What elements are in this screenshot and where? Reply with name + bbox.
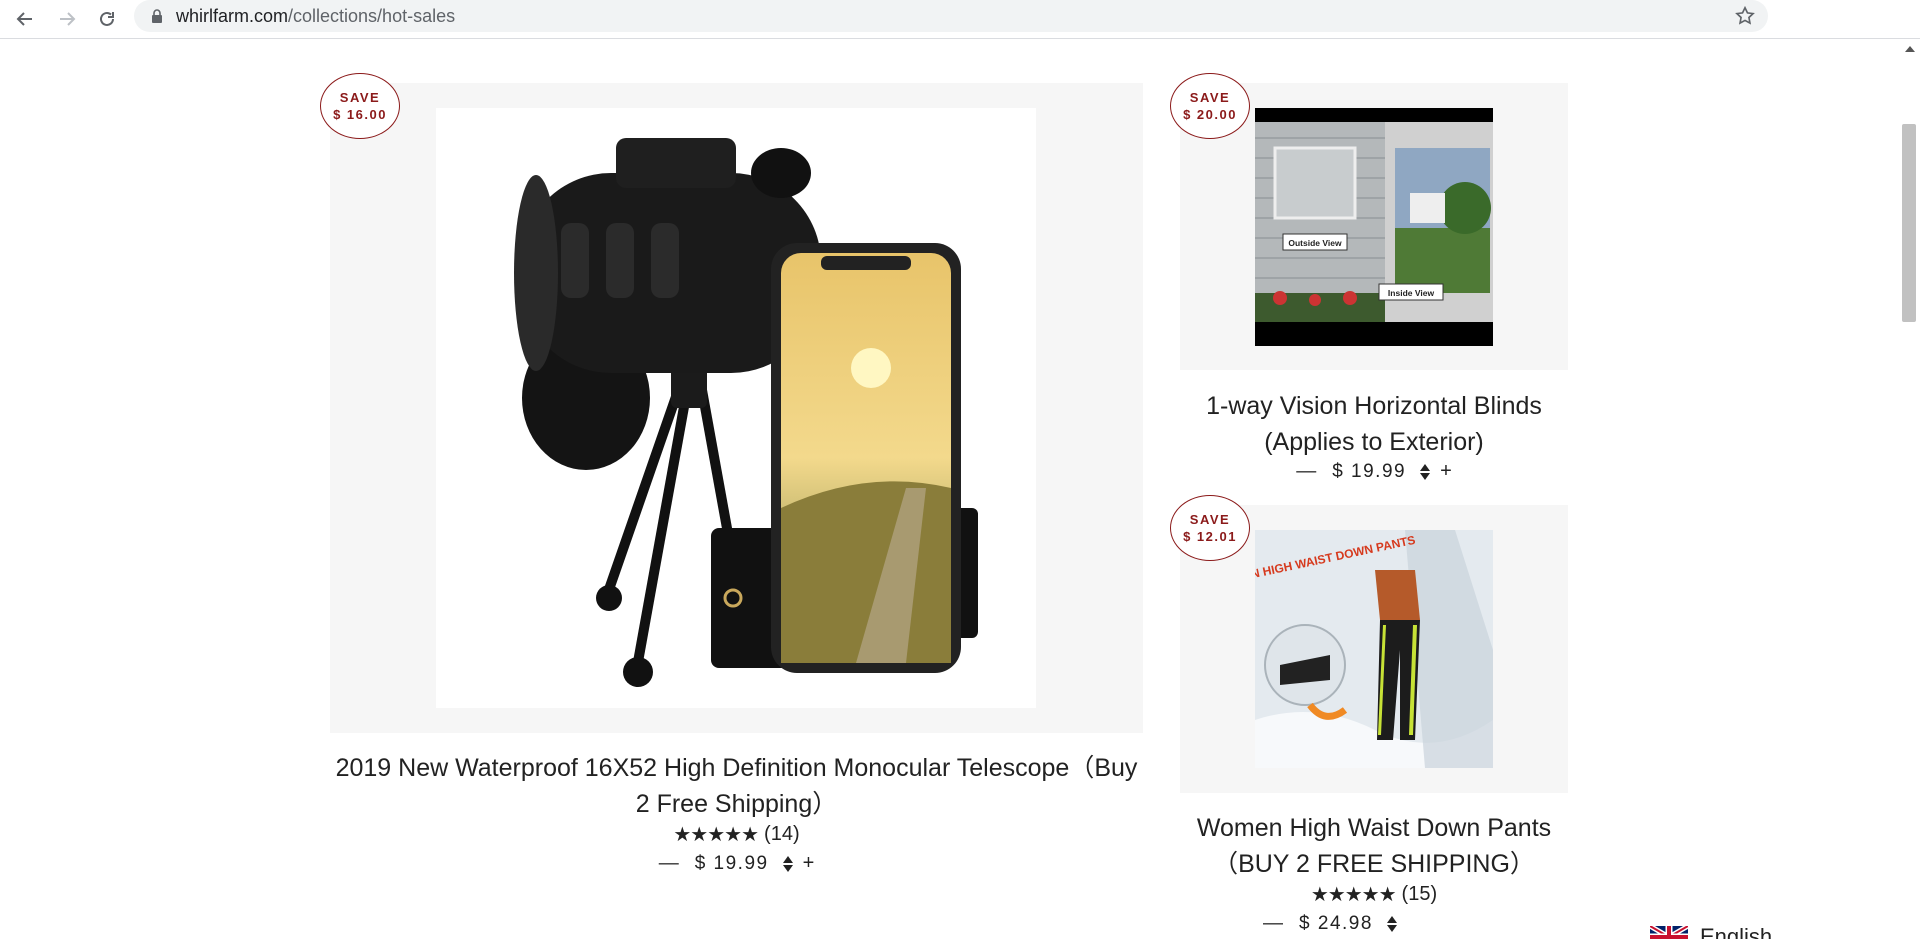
rating-stars-icon: ★★★★★ — [1310, 884, 1397, 906]
save-badge: SAVE $ 20.00 — [1170, 73, 1250, 139]
product-rating: ★★★★★ (15) — [1180, 882, 1568, 907]
arrow-left-icon — [16, 12, 32, 26]
language-selector[interactable]: English — [1650, 924, 1772, 939]
product-price: $ 24.98 — [1299, 912, 1373, 934]
quantity-price-row: — $ 19.99 + — [1180, 460, 1568, 483]
uk-flag-icon — [1650, 926, 1688, 939]
save-badge: SAVE $ 12.01 — [1170, 495, 1250, 561]
save-amount: $ 12.01 — [1183, 529, 1237, 544]
product-rating: ★★★★★ (14) — [330, 822, 1143, 847]
reload-button[interactable] — [92, 4, 122, 34]
decrease-quantity-button[interactable]: — — [1296, 460, 1316, 483]
scroll-thumb[interactable] — [1902, 124, 1916, 322]
bookmark-star-icon[interactable] — [1734, 5, 1756, 27]
outside-view-label: Outside View — [1288, 238, 1342, 248]
telescope-image[interactable] — [436, 108, 1036, 708]
save-amount: $ 20.00 — [1183, 107, 1237, 122]
product-title[interactable]: 2019 New Waterproof 16X52 High Definitio… — [330, 750, 1143, 822]
product-image-panel[interactable] — [330, 83, 1143, 733]
browser-toolbar: whirlfarm.com/collections/hot-sales — [0, 0, 1920, 39]
price-stepper-icon[interactable] — [1420, 463, 1431, 481]
increase-quantity-button[interactable]: + — [803, 852, 815, 875]
quantity-price-row: — $ 24.98 — [1180, 912, 1480, 935]
product-title[interactable]: 1-way Vision Horizontal Blinds (Applies … — [1190, 388, 1558, 460]
product-price: $ 19.99 — [694, 852, 769, 874]
reload-icon — [100, 11, 114, 26]
language-label: English — [1700, 924, 1773, 939]
review-count[interactable]: (15) — [1402, 883, 1438, 906]
decrease-quantity-button[interactable]: — — [659, 852, 679, 875]
save-badge: SAVE $ 16.00 — [320, 73, 400, 139]
decrease-quantity-button[interactable]: — — [1263, 912, 1283, 935]
address-bar[interactable]: whirlfarm.com/collections/hot-sales — [134, 0, 1768, 32]
forward-button[interactable] — [52, 4, 82, 34]
url-path: /collections/hot-sales — [288, 6, 456, 26]
increase-quantity-button[interactable]: + — [1440, 460, 1452, 483]
arrow-right-icon — [60, 12, 76, 26]
scroll-up-arrow-icon[interactable] — [1905, 46, 1915, 52]
pants-image[interactable]: WOMEN HIGH WAIST DOWN PANTS — [1255, 530, 1493, 768]
price-stepper-icon[interactable] — [782, 855, 793, 873]
product-price: $ 19.99 — [1332, 460, 1407, 482]
url-text: whirlfarm.com/collections/hot-sales — [176, 6, 455, 27]
save-label: SAVE — [1189, 512, 1231, 527]
back-button[interactable] — [10, 4, 40, 34]
save-label: SAVE — [1189, 90, 1231, 105]
page-scrollbar[interactable] — [1898, 40, 1920, 939]
url-host: whirlfarm.com — [176, 6, 289, 26]
inside-view-label: Inside View — [1388, 288, 1435, 298]
rating-stars-icon: ★★★★★ — [673, 824, 759, 846]
price-stepper-icon[interactable] — [1386, 915, 1397, 933]
lock-icon — [152, 9, 162, 23]
save-amount: $ 16.00 — [333, 107, 387, 122]
review-count[interactable]: (14) — [764, 823, 800, 846]
product-title[interactable]: Women High Waist Down Pants（BUY 2 FREE S… — [1190, 810, 1558, 882]
quantity-price-row: — $ 19.99 + — [330, 852, 1143, 875]
save-label: SAVE — [339, 90, 381, 105]
blinds-image[interactable]: Outside View Inside View — [1255, 108, 1493, 346]
